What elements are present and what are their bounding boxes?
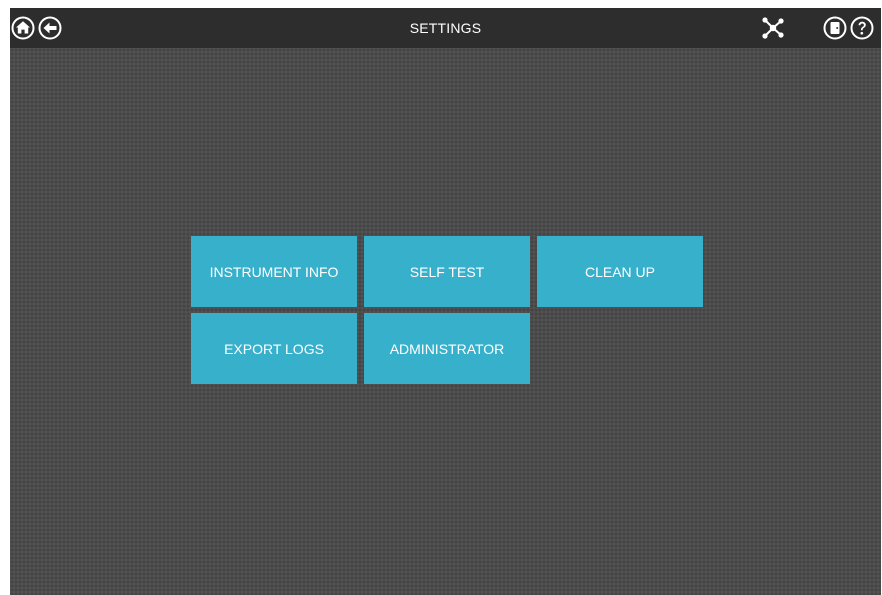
export-logs-button[interactable]: EXPORT LOGS: [191, 313, 357, 384]
administrator-button[interactable]: ADMINISTRATOR: [364, 313, 530, 384]
administrator-label: ADMINISTRATOR: [389, 340, 505, 357]
clean-up-button[interactable]: CLEAN UP: [537, 236, 703, 307]
settings-screen: SETTINGS INSTRUMENT INFO SELF TEST CLEAN…: [10, 8, 881, 595]
instrument-info-label: INSTRUMENT INFO: [209, 263, 339, 280]
settings-tile-grid: INSTRUMENT INFO SELF TEST CLEAN UP EXPOR…: [191, 236, 711, 386]
self-test-button[interactable]: SELF TEST: [364, 236, 530, 307]
network-icon[interactable]: [761, 16, 785, 40]
instrument-info-button[interactable]: INSTRUMENT INFO: [191, 236, 357, 307]
top-bar: SETTINGS: [10, 8, 881, 48]
exit-door-icon[interactable]: [823, 16, 847, 40]
help-icon[interactable]: [850, 16, 874, 40]
clean-up-label: CLEAN UP: [584, 263, 656, 280]
self-test-label: SELF TEST: [409, 263, 485, 280]
page-title: SETTINGS: [409, 20, 482, 36]
export-logs-label: EXPORT LOGS: [224, 340, 324, 357]
back-arrow-icon[interactable]: [38, 16, 62, 40]
home-icon[interactable]: [11, 16, 35, 40]
